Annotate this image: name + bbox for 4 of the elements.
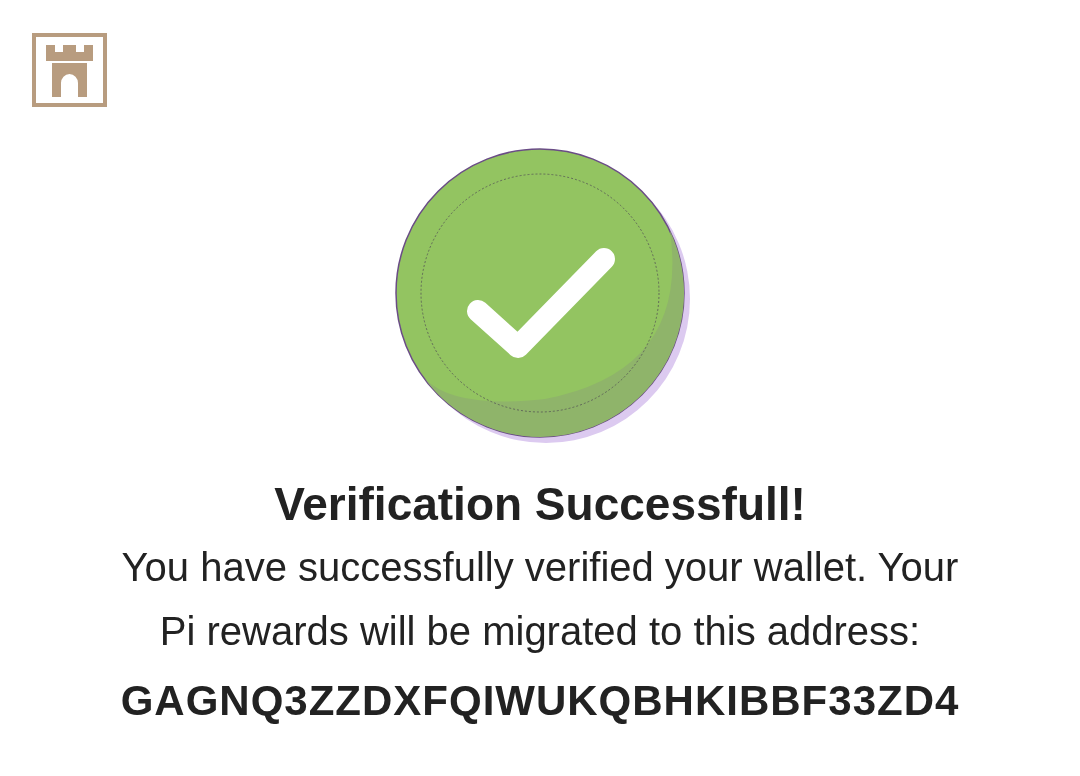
castle-logo-icon — [32, 33, 107, 107]
success-title: Verification Successfull! — [274, 477, 806, 531]
success-message: You have successfully verified your wallet. Your Pi rewards will be migrated to this address: — [120, 544, 960, 655]
wallet-address: GAGNQ3ZZDXFQIWUKQBHKIBBF33ZD4 — [120, 677, 960, 725]
